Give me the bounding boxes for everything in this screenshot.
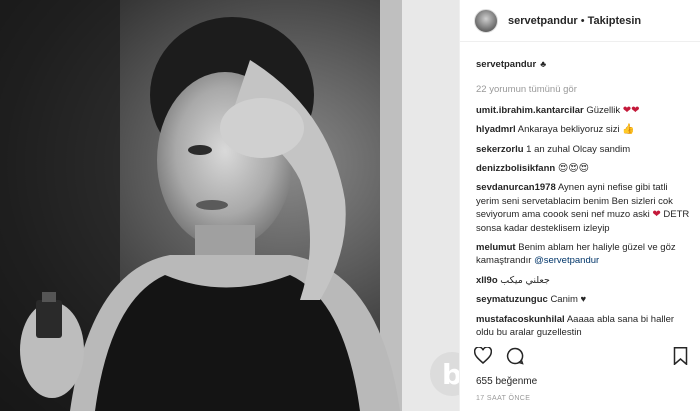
comment-item: sekerzorlu 1 an zuhal Olcay sandim	[476, 143, 690, 156]
header-username[interactable]: servetpandur	[508, 15, 578, 27]
post-timestamp: 17 SAAT ÖNCE	[476, 395, 531, 402]
comment-item: melumut Benim ablam her haliyle güzel ve…	[476, 241, 690, 268]
separator-dot: •	[580, 14, 585, 27]
comment-username[interactable]: hlyadmrl	[476, 124, 516, 135]
heart-emoji: ❤❤	[622, 104, 640, 116]
post-photo: b	[0, 0, 459, 411]
mention-link[interactable]: @servetpandur	[534, 255, 599, 266]
comment-text: Ankaraya bekliyoruz sizi	[517, 124, 620, 136]
club-icon: ♣	[540, 59, 547, 69]
portrait-image	[0, 0, 459, 411]
comment-text: Güzellik	[586, 104, 621, 116]
comment-item: sevdanurcan1978 Aynen ayni nefise gibi t…	[476, 181, 690, 235]
avatar[interactable]	[474, 8, 498, 33]
comment-item: hlyadmrl Ankaraya bekliyoruz sizi 👍	[476, 123, 690, 136]
comment-item: umit.ibrahim.kantarcilar Güzellik ❤❤	[476, 104, 690, 117]
comment-text: 1 an zuhal Olcay sandim	[526, 143, 631, 155]
comment-item: xll9o جعلني ميكب	[476, 274, 690, 287]
comment-text: جعلني ميكب	[500, 274, 550, 286]
comment-username[interactable]: sekerzorlu	[476, 144, 524, 155]
comment-username[interactable]: melumut	[476, 242, 516, 253]
caption-row: servetpandur ♣	[476, 58, 690, 71]
comment-username[interactable]: seymatuzunguc	[476, 294, 548, 305]
comment-username[interactable]: sevdanurcan1978	[476, 182, 556, 193]
comment-item: mustafacoskunhilal Aaaaa abla sana bi ha…	[476, 313, 690, 340]
comment-item: denizzbolisikfann 😍😍😍	[476, 162, 690, 175]
comment-username[interactable]: denizzbolisikfann	[476, 163, 555, 174]
post-header: servetpandur • Takiptesin	[460, 0, 700, 42]
caption-username[interactable]: servetpandur	[476, 58, 536, 71]
comment-username[interactable]: mustafacoskunhilal	[476, 314, 565, 325]
view-all-comments-link[interactable]: 22 yorumun tümünü gör	[476, 83, 690, 96]
thumbs-up-emoji: 👍	[622, 124, 635, 136]
heart-eyes-emoji: 😍😍😍	[557, 163, 590, 175]
follow-status-button[interactable]: Takiptesin	[588, 15, 642, 27]
comment-text: Canim	[550, 294, 578, 306]
post-sidebar: servetpandur • Takiptesin servetpandur ♣…	[459, 0, 700, 411]
comments-list: servetpandur ♣ 22 yorumun tümünü gör umi…	[476, 58, 690, 346]
likes-count[interactable]: 655 beğenme	[476, 376, 537, 387]
comment-username[interactable]: xll9o	[476, 275, 498, 286]
comment-icon[interactable]	[506, 347, 524, 365]
heart-emoji: ♥	[580, 294, 587, 306]
comment-item: seymatuzunguc Canim ♥	[476, 293, 690, 306]
comment-username[interactable]: umit.ibrahim.kantarcilar	[476, 105, 584, 116]
heart-icon[interactable]	[474, 347, 492, 365]
heart-emoji: ❤	[652, 209, 661, 221]
action-bar	[474, 347, 524, 365]
bookmark-icon[interactable]	[673, 347, 688, 370]
